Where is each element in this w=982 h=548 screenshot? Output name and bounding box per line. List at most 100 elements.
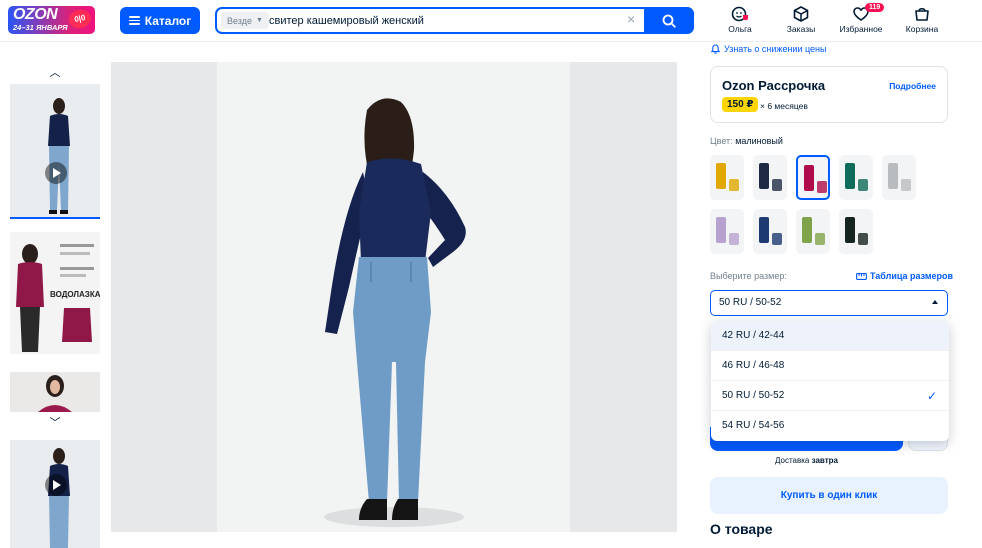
color-swatch[interactable] [839, 209, 873, 254]
swatch-garment [845, 163, 855, 189]
play-icon [45, 162, 67, 184]
search-scope-select[interactable]: Везде ▼ [221, 12, 269, 29]
color-swatch[interactable] [753, 155, 787, 200]
swatch-garment [716, 163, 726, 189]
play-icon [45, 474, 67, 496]
installment-period: × 6 месяцев [760, 101, 808, 111]
size-option[interactable]: 54 RU / 54-56 [711, 411, 949, 441]
color-swatch[interactable] [710, 155, 744, 200]
delivery-info: Доставка завтра [710, 456, 903, 465]
swatch-garment [804, 165, 814, 191]
nav-label: Заказы [786, 24, 816, 34]
color-label-prefix: Цвет: [710, 136, 733, 146]
color-swatch[interactable] [796, 155, 830, 200]
model-photo-image [10, 372, 100, 412]
size-table-label: Таблица размеров [870, 271, 954, 281]
catalog-label: Каталог [144, 13, 192, 28]
size-option-label: 54 RU / 54-56 [722, 420, 785, 431]
swatch-garment [716, 217, 726, 243]
size-select[interactable]: 50 RU / 50-52 [710, 290, 948, 316]
swatch-garment-detail [729, 179, 739, 191]
search-bar: Везде ▼ × [215, 7, 694, 34]
delivery-day: завтра [811, 456, 838, 465]
nav-label: Избранное [839, 24, 883, 34]
swatch-garment-detail [772, 233, 782, 245]
top-header: OZON 24–31 ЯНВАРЯ 0|0 Каталог Везде ▼ × … [0, 0, 982, 42]
box-icon [793, 6, 809, 22]
menu-icon [128, 16, 140, 25]
size-option[interactable]: 42 RU / 42-44 [711, 321, 949, 351]
size-label: Выберите размер: [710, 271, 787, 281]
color-label: Цвет: малиновый [710, 136, 783, 146]
selected-size: 50 RU / 50-52 [719, 297, 782, 308]
size-option[interactable]: 50 RU / 50-52 ✓ [711, 381, 949, 411]
size-option[interactable]: 46 RU / 46-48 [711, 351, 949, 381]
infographic-caption: ВОДОЛАЗКА [50, 290, 100, 299]
swatch-garment-detail [858, 233, 868, 245]
chevron-up-icon: ︿ [49, 67, 61, 79]
size-table-link[interactable]: Таблица размеров [856, 271, 953, 281]
nav-label: Ольга [728, 24, 752, 34]
thumbnail-video-1[interactable] [10, 84, 100, 219]
user-icon [731, 6, 748, 22]
check-icon: ✓ [926, 389, 937, 403]
installment-card: Ozon Рассрочка Подробнее 150 ₽ × 6 месяц… [710, 66, 948, 123]
size-option-label: 42 RU / 42-44 [722, 330, 785, 341]
clear-icon[interactable]: × [627, 11, 635, 27]
size-dropdown: 42 RU / 42-44 46 RU / 46-48 50 RU / 50-5… [711, 321, 949, 441]
installment-price-badge: 150 ₽ [722, 97, 759, 112]
swatch-garment-detail [901, 179, 911, 191]
bell-icon [711, 44, 720, 54]
thumbnail-video-2[interactable] [10, 440, 100, 548]
color-swatch[interactable] [839, 155, 873, 200]
swatch-garment [802, 217, 812, 243]
search-icon [662, 14, 676, 28]
swatch-garment [759, 163, 769, 189]
swatch-garment-detail [858, 179, 868, 191]
swatch-garment-detail [729, 233, 739, 245]
size-option-label: 50 RU / 50-52 [722, 390, 785, 401]
nav-cart[interactable]: Корзина [895, 5, 949, 34]
color-swatch[interactable] [710, 209, 744, 254]
ozon-logo[interactable]: OZON 24–31 ЯНВАРЯ 0|0 [8, 6, 95, 34]
thumbnail-infographic[interactable]: ВОДОЛАЗКА [10, 232, 100, 354]
installment-more-link[interactable]: Подробнее [889, 81, 936, 91]
installment-title: Ozon Рассрочка [722, 78, 826, 93]
about-product-heading: О товаре [710, 521, 773, 537]
thumbs-down-button[interactable]: ﹀ [9, 412, 101, 432]
size-option-label: 46 RU / 46-48 [722, 360, 785, 371]
thumbnail-strip: ︿ ВОДОЛАЗКА ﹀ [9, 62, 102, 548]
price-alert-link[interactable]: Узнать о снижении цены [711, 44, 826, 54]
nav-favorites[interactable]: Избранное 119 [834, 3, 888, 34]
search-scope-label: Везде [227, 15, 252, 26]
catalog-button[interactable]: Каталог [120, 7, 200, 34]
color-swatch[interactable] [753, 209, 787, 254]
logo-text: OZON [13, 6, 58, 23]
thumbnail-photo-3[interactable] [10, 372, 100, 412]
price-alert-label: Узнать о снижении цены [724, 44, 827, 54]
swatch-garment-detail [817, 181, 827, 193]
buy-one-click-label: Купить в один клик [780, 490, 878, 501]
model-back-view-image [111, 62, 677, 532]
nav-profile[interactable]: Ольга [713, 5, 767, 34]
color-swatch[interactable] [796, 209, 830, 254]
caret-up-icon [932, 300, 938, 304]
model-photo-image [10, 84, 100, 217]
cart-icon [915, 7, 929, 21]
nav-orders[interactable]: Заказы [774, 5, 828, 34]
delivery-label: Доставка [775, 456, 810, 465]
main-product-photo[interactable] [111, 62, 677, 532]
nav-label: Корзина [905, 24, 939, 34]
ruler-icon [856, 272, 867, 280]
search-input[interactable] [269, 11, 619, 30]
swatch-garment-detail [772, 179, 782, 191]
chevron-down-icon: ﹀ [49, 417, 61, 429]
buy-one-click-button[interactable]: Купить в один клик [710, 477, 948, 514]
caret-down-icon: ▼ [256, 17, 263, 24]
swatch-garment-detail [815, 233, 825, 245]
search-button[interactable] [644, 7, 694, 34]
logo-sale-badge: 0|0 [67, 7, 93, 31]
swatch-garment [845, 217, 855, 243]
thumbs-up-button[interactable]: ︿ [9, 62, 101, 82]
color-swatch[interactable] [882, 155, 916, 200]
